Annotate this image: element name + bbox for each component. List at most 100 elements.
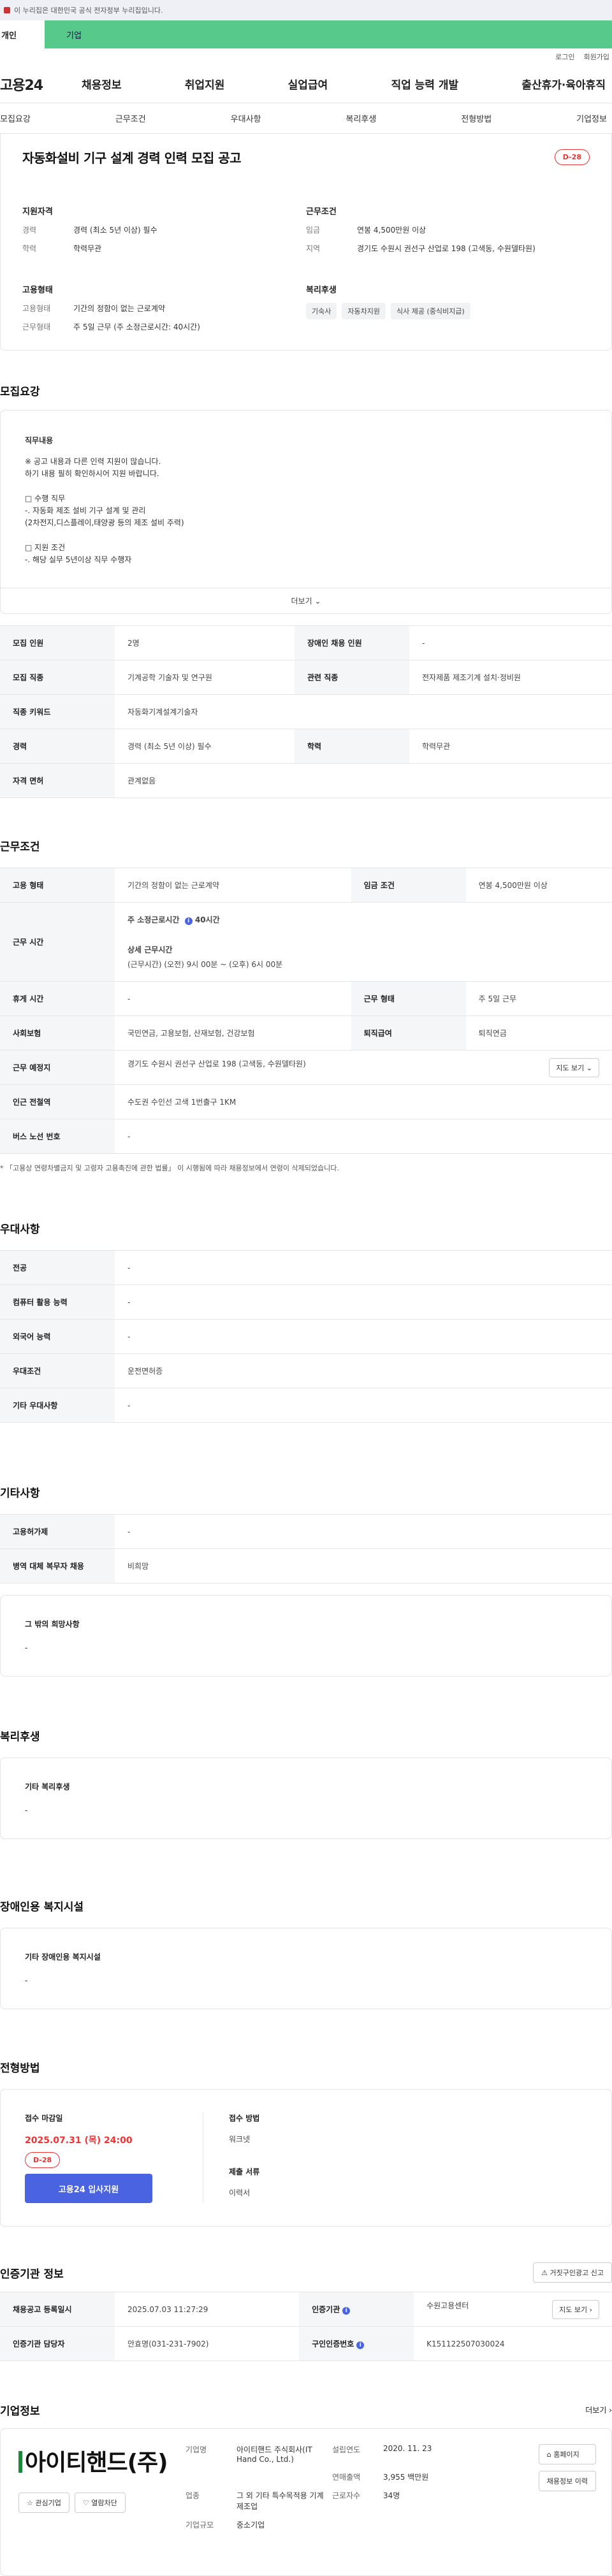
welfare-title-2: 복리후생 (0, 1731, 40, 1743)
career-value: 경력 (최소 5년 이상) 필수 (73, 226, 157, 235)
screen-title: 전형방법 (0, 2062, 40, 2075)
nav-employment-support[interactable]: 취업지원 (185, 76, 225, 92)
table-row: 근무 시간 주 소정근로시간 i 40시간 상세 근무시간 (근무시간) (오전… (0, 902, 612, 982)
th: 인증기관 i (299, 2292, 414, 2327)
disabled-title: 장애인용 복지시설 (0, 1901, 84, 1914)
td: 전자제품 제조기계 설치·정비원 (409, 660, 612, 695)
table-row: 병역 대체 복무자 채용 비희망 (0, 1548, 612, 1583)
hope-title: 그 밖의 희망사항 (25, 1620, 80, 1629)
nav-skills[interactable]: 직업 능력 개발 (391, 76, 458, 92)
anchor-pref[interactable]: 우대사항 (231, 112, 261, 124)
dday-badge: D-28 (554, 149, 590, 165)
gov-banner-text: 이 누리집은 대한민국 공식 전자정부 누리집입니다. (14, 6, 163, 15)
th: 자격 면허 (0, 763, 115, 798)
company-name-label: 기업명 (186, 2445, 207, 2454)
anchor-welfare[interactable]: 복리후생 (346, 112, 376, 124)
table-row: 인증기관 담당자 안효명(031-231-7902) 구인인증번호 i K1511225… (0, 2326, 612, 2361)
alert-icon: ⚠ (541, 2269, 548, 2277)
td: 안효명(031-231-7902) (115, 2326, 300, 2361)
qual-title: 지원자격 (22, 207, 53, 217)
th: 경력 (0, 729, 115, 764)
welfare-tag: 기숙사 (306, 303, 337, 319)
edu-value: 학력무관 (73, 244, 102, 253)
apply-card: 접수 마감일 2025.07.31 (목) 24:00 D-28 고용24 입사… (0, 2089, 612, 2227)
map-button[interactable]: 지도 보기 ⌄ (549, 1058, 599, 1077)
agency-label: 인증기관 (312, 2305, 340, 2314)
td: 기계공학 기술자 및 연구원 (115, 660, 295, 695)
dday-badge: D-28 (25, 2152, 61, 2168)
util-links: 로그인 회원가입 (0, 48, 612, 65)
table-row: 외국어 능력 - (0, 1319, 612, 1354)
recruit-title: 모집요강 (0, 386, 40, 398)
login-link[interactable]: 로그인 (555, 52, 574, 62)
th: 모집 직종 (0, 660, 115, 695)
deadline-label: 접수 마감일 (25, 2114, 63, 2123)
gov-banner: 이 누리집은 대한민국 공식 전자정부 누리집입니다. (0, 0, 612, 20)
nav-unemployment-benefit[interactable]: 실업급여 (288, 76, 328, 92)
chevron-down-icon: ⌄ (314, 596, 321, 606)
td: 기간의 정함이 없는 근로계약 (115, 868, 351, 903)
summary-card: 자동화설비 기구 설계 경력 인력 모집 공고 D-28 지원자격 경력 경력 (… (0, 134, 612, 351)
th: 임금 조건 (351, 868, 466, 903)
table-row: 기타 우대사항 - (0, 1388, 612, 1423)
map-button-label: 지도 보기 (559, 2305, 588, 2314)
th: 전공 (0, 1250, 115, 1285)
map-button[interactable]: 지도 보기 › (552, 2299, 599, 2319)
emp-title: 고용형태 (22, 286, 53, 295)
join-link[interactable]: 회원가입 (584, 52, 609, 62)
main-nav: 고용24 채용정보 취업지원 실업급여 직업 능력 개발 출산휴가·육아휴직 (0, 65, 612, 103)
cert-title: 인증기관 정보 (0, 2267, 64, 2281)
td: - (409, 625, 612, 660)
size-value: 중소기업 (237, 2521, 265, 2529)
tab-company[interactable]: 기업 (45, 20, 612, 48)
anchor-recruit[interactable]: 모집요강 (0, 112, 31, 124)
chevron-right-icon: › (589, 2305, 592, 2314)
company-more-link[interactable]: 더보기 › (585, 2405, 612, 2415)
table-row: 모집 직종 기계공학 기술자 및 연구원 관련 직종 전자제품 제조기계 설치·정비원 (0, 660, 612, 695)
anchor-work[interactable]: 근무조건 (115, 112, 146, 124)
td: 주 소정근로시간 i 40시간 상세 근무시간 (근무시간) (오전) 9시 0… (115, 902, 612, 982)
table-row: 자격 면허 관계없음 (0, 763, 612, 798)
report-button[interactable]: ⚠ 거짓구인광고 신고 (533, 2262, 612, 2283)
history-button[interactable]: 채용정보 이력 (538, 2471, 596, 2491)
disabled-card: 기타 장애인용 복지시설 - (0, 1928, 612, 2009)
info-icon[interactable]: i (342, 2307, 351, 2315)
homepage-label: 홈페이지 (553, 2450, 579, 2459)
td: - (115, 1514, 612, 1549)
desc-more-button[interactable]: 더보기 ⌄ (1, 588, 611, 613)
cert-num-label: 구인인증번호 (312, 2340, 354, 2348)
disabled-sub-title: 기타 장애인용 복지시설 (25, 1953, 101, 1961)
nav-leave[interactable]: 출산휴가·육아휴직 (521, 76, 606, 92)
flag-icon (4, 7, 10, 13)
table-row: 고용 형태 기간의 정함이 없는 근로계약 임금 조건 연봉 4,500만원 이상 (0, 868, 612, 903)
info-icon[interactable]: i (184, 917, 193, 925)
age-notice: * 「고용상 연령차별금지 및 고령자 고용촉진에 관한 법률」 이 시행됨에 … (0, 1164, 339, 1172)
info-icon[interactable]: i (356, 2341, 365, 2349)
anchor-screen[interactable]: 전형방법 (461, 112, 492, 124)
nav-jobs[interactable]: 채용정보 (82, 76, 122, 92)
table-row: 버스 노선 번호 - (0, 1119, 612, 1154)
table-row: 경력 경력 (최소 5년 이상) 필수 학력 학력무관 (0, 729, 612, 764)
favorite-button[interactable]: ☆ 관심기업 (18, 2492, 69, 2513)
tab-personal[interactable]: 개인 (0, 20, 45, 48)
td: 2025.07.03 11:27:29 (115, 2292, 300, 2327)
th: 기타 우대사항 (0, 1388, 115, 1423)
sales-label: 연매출액 (332, 2473, 361, 2482)
work-table: 고용 형태 기간의 정함이 없는 근로계약 임금 조건 연봉 4,500만원 이상 근… (0, 868, 612, 1154)
th: 근무 예정지 (0, 1050, 115, 1085)
th: 버스 노선 번호 (0, 1119, 115, 1154)
table-row: 우대조건 운전면허증 (0, 1353, 612, 1388)
favorite-label: 관심기업 (35, 2499, 61, 2507)
block-button[interactable]: ♡ 열람차단 (74, 2492, 126, 2513)
anchor-company[interactable]: 기업정보 (576, 112, 607, 124)
company-title: 기업정보 (0, 2405, 40, 2418)
desc-title: 직무내용 (25, 436, 54, 445)
company-card: 아이티핸드(주) ☆ 관심기업 ♡ 열람차단 기업명 아이티핸드 주식회사(IT … (0, 2428, 612, 2576)
homepage-button[interactable]: ⌂ 홈페이지 (538, 2444, 596, 2464)
deadline-value: 2025.07.31 (목) 24:00 (25, 2136, 133, 2146)
th: 근무 형태 (351, 981, 466, 1016)
td: - (115, 1250, 612, 1285)
apply-button[interactable]: 고용24 입사지원 (25, 2174, 152, 2203)
site-logo[interactable]: 고용24 (0, 74, 82, 94)
th: 직종 키워드 (0, 694, 115, 729)
